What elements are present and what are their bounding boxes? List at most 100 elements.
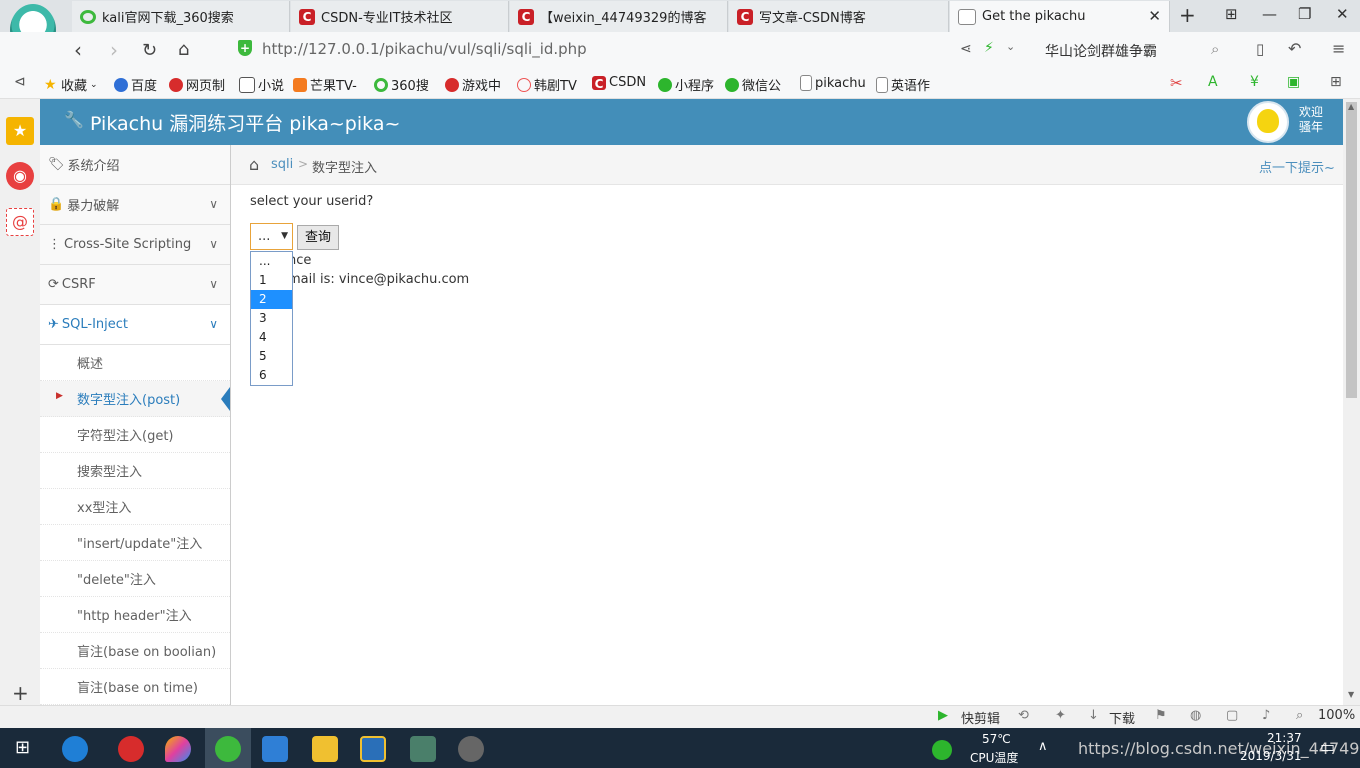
option-2[interactable]: 2	[251, 290, 292, 309]
avatar[interactable]	[1247, 101, 1289, 143]
network-tool-icon[interactable]	[410, 736, 436, 762]
maximize-icon[interactable]: ❐	[1298, 5, 1311, 23]
window-icon[interactable]: ▢	[1226, 708, 1238, 723]
sidebar-item-xss[interactable]: ⋮ Cross-Site Scripting ∨	[40, 225, 230, 265]
submenu-item-string-get[interactable]: 字符型注入(get)	[40, 417, 230, 453]
scissors-icon[interactable]: ✂	[1170, 74, 1183, 92]
minimize-icon[interactable]: —	[1262, 5, 1277, 23]
sidebar-item-intro[interactable]: 🏷 系统介绍	[40, 145, 230, 185]
option-placeholder[interactable]: ...	[251, 252, 292, 271]
currency-icon[interactable]: ¥	[1250, 74, 1259, 90]
notification-icon[interactable]: ▭	[1320, 737, 1335, 756]
scroll-up-icon[interactable]: ▲	[1348, 102, 1354, 111]
option-3[interactable]: 3	[251, 309, 292, 328]
scroll-down-icon[interactable]: ▼	[1348, 690, 1354, 699]
option-4[interactable]: 4	[251, 328, 292, 347]
bookmark-baidu[interactable]: 百度	[114, 75, 157, 94]
file-explorer-icon[interactable]	[312, 736, 338, 762]
sidebar-item-brute-force[interactable]: 🔒 暴力破解 ∨	[40, 185, 230, 225]
option-6[interactable]: 6	[251, 366, 292, 385]
breadcrumb-link-sqli[interactable]: sqli	[271, 157, 293, 172]
submenu-item-blind-time[interactable]: 盲注(base on time)	[40, 669, 230, 705]
user-photo-icon[interactable]	[458, 736, 484, 762]
bookmark-wechat[interactable]: 微信公	[725, 75, 781, 94]
vmware-icon[interactable]	[360, 736, 386, 762]
balloon-app-icon[interactable]	[165, 736, 191, 762]
submenu-item-blind-boolean[interactable]: 盲注(base on boolian)	[40, 633, 230, 669]
tab-csdn-home[interactable]: C CSDN-专业IT技术社区	[291, 1, 509, 32]
mail-icon[interactable]: @	[6, 208, 34, 236]
tab-csdn-write[interactable]: C 写文章-CSDN博客	[729, 1, 949, 32]
search-icon[interactable]: ⌕	[1211, 40, 1219, 58]
360-browser-icon[interactable]	[215, 736, 241, 762]
netease-music-icon[interactable]	[118, 736, 144, 762]
url-field[interactable]: + http://127.0.0.1/pikachu/vul/sqli/sqli…	[228, 37, 1028, 63]
userid-select[interactable]: ... ▼	[250, 223, 293, 250]
pin-icon[interactable]: ✦	[1055, 708, 1066, 723]
menu-icon[interactable]: ≡	[1332, 39, 1345, 58]
welcome-text[interactable]: 欢迎 骚年	[1299, 105, 1323, 135]
volume-icon[interactable]: ♪	[1262, 708, 1270, 723]
ie-browser-icon[interactable]	[62, 736, 88, 762]
windows-start-icon[interactable]: ⊞	[15, 737, 30, 758]
scrollbar-thumb[interactable]	[1346, 102, 1357, 398]
speed-mode-icon[interactable]: ⚡	[984, 40, 994, 56]
submenu-item-numeric-post[interactable]: ▶ 数字型注入(post)	[40, 381, 230, 417]
close-window-icon[interactable]: ✕	[1336, 5, 1349, 23]
cpu-monitor-icon[interactable]	[932, 740, 952, 760]
mobile-icon[interactable]: ▯	[1256, 40, 1264, 58]
bookmark-hanju[interactable]: 韩剧TV	[517, 75, 577, 94]
weibo-icon[interactable]: ◉	[6, 162, 34, 190]
bookmark-360[interactable]: 360搜	[374, 75, 429, 94]
clip-button[interactable]: 快剪辑	[961, 708, 1000, 727]
download-button[interactable]: 下载	[1109, 708, 1135, 727]
bookmark-csdn[interactable]: C CSDN	[592, 75, 646, 91]
tab-csdn-blog[interactable]: C 【weixin_44749329的博客	[510, 1, 728, 32]
collapse-sidebar-icon[interactable]: ⊲	[14, 74, 26, 90]
submenu-item-delete[interactable]: "delete"注入	[40, 561, 230, 597]
add-sidebar-icon[interactable]: +	[12, 681, 29, 705]
submenu-item-search[interactable]: 搜索型注入	[40, 453, 230, 489]
bookmark-favorites[interactable]: ★ 收藏 ⌄	[44, 75, 98, 95]
option-5[interactable]: 5	[251, 347, 292, 366]
reload-icon[interactable]: ↻	[142, 40, 157, 61]
sidebar-item-csrf[interactable]: ⟳ CSRF ∨	[40, 265, 230, 305]
translate-icon[interactable]: A	[1208, 74, 1218, 90]
zoom-level[interactable]: 100%	[1318, 708, 1355, 723]
globe-icon[interactable]: ◍	[1190, 708, 1201, 723]
chevron-down-icon[interactable]: ⌄	[1006, 40, 1015, 53]
submenu-item-http-header[interactable]: "http header"注入	[40, 597, 230, 633]
bookmark-mango[interactable]: 芒果TV-	[293, 75, 357, 94]
tab-pikachu[interactable]: Get the pikachu ✕	[950, 1, 1170, 32]
bookmark-pikachu[interactable]: pikachu	[800, 75, 866, 91]
hint-link[interactable]: 点一下提示~	[1259, 157, 1335, 176]
share-icon[interactable]: ⋖	[960, 41, 972, 57]
history-icon[interactable]: ⟲	[1018, 708, 1029, 723]
bookmark-miniprogram[interactable]: 小程序	[658, 75, 714, 94]
forward-icon[interactable]: ›	[110, 38, 118, 62]
submenu-item-xx[interactable]: xx型注入	[40, 489, 230, 525]
close-tab-icon[interactable]: ✕	[1148, 7, 1161, 25]
back-icon[interactable]: ‹	[74, 38, 82, 62]
bookmark-games[interactable]: 游戏中	[445, 75, 501, 94]
bookmark-novel[interactable]: 小说	[239, 75, 284, 94]
gamepad-icon[interactable]: ▣	[1287, 74, 1300, 90]
submenu-item-insert-update[interactable]: "insert/update"注入	[40, 525, 230, 561]
new-tab-icon[interactable]: +	[1179, 3, 1196, 27]
clock-date[interactable]: 2019/3/31	[1240, 749, 1302, 763]
search-input[interactable]: 华山论剑群雄争霸	[1045, 41, 1157, 61]
flag-icon[interactable]: ⚑	[1155, 708, 1167, 723]
option-1[interactable]: 1	[251, 271, 292, 290]
home-icon[interactable]: ⌂	[249, 155, 259, 174]
favorites-star-icon[interactable]: ★	[6, 117, 34, 145]
undo-icon[interactable]: ↶	[1288, 39, 1301, 58]
query-button[interactable]: 查询	[297, 225, 339, 250]
tray-expand-icon[interactable]: ∧	[1038, 739, 1048, 754]
clock-time[interactable]: 21:37	[1267, 731, 1302, 745]
bookmark-english[interactable]: 英语作	[876, 75, 930, 94]
sidebar-item-sql-inject[interactable]: ✈ SQL-Inject ∨	[40, 305, 230, 345]
home-icon[interactable]: ⌂	[178, 39, 189, 60]
tab-list-icon[interactable]: ⊞	[1225, 5, 1238, 23]
tab-kali-search[interactable]: kali官网下载_360搜索	[72, 1, 290, 32]
apps-grid-icon[interactable]: ⊞	[1330, 74, 1342, 90]
